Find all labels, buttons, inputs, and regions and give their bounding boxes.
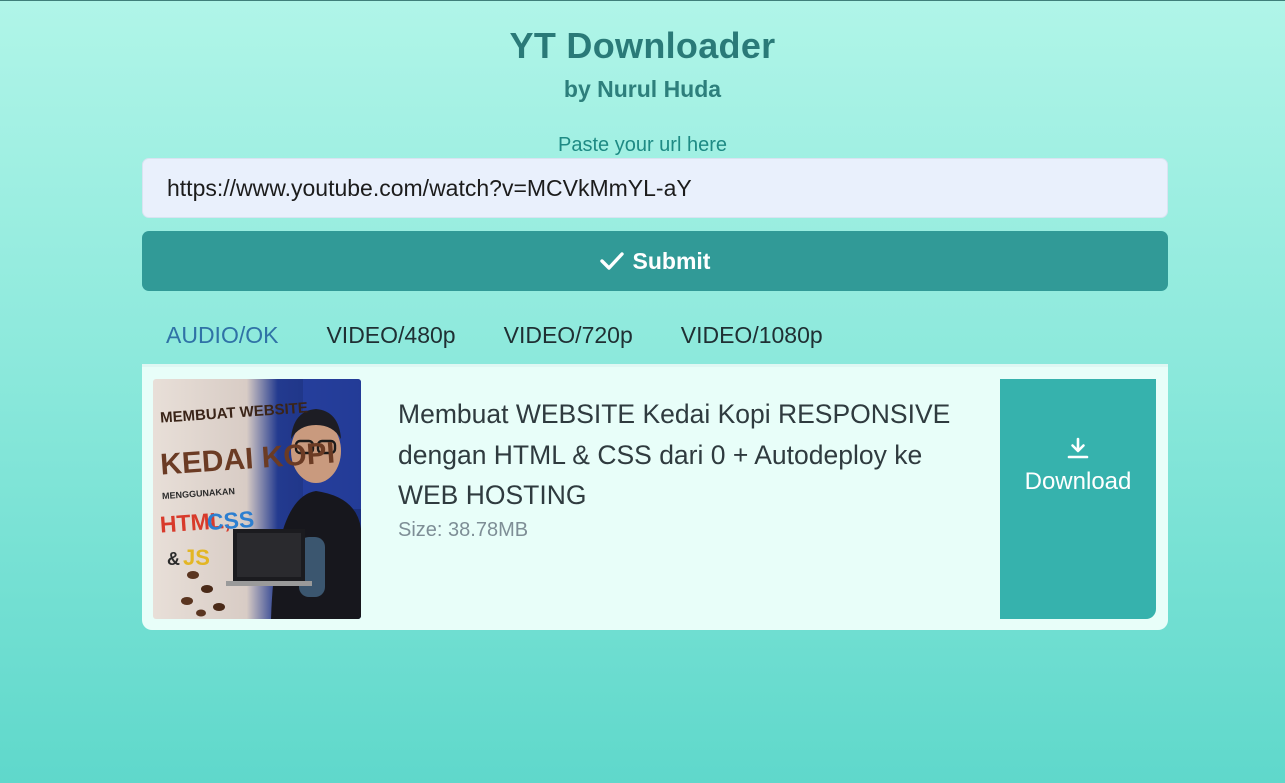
thumb-text-5a: &: [167, 549, 180, 569]
thumb-text-4b: CSS: [206, 506, 255, 535]
thumb-text-5b: JS: [183, 545, 210, 570]
check-icon: [599, 252, 624, 270]
download-icon: [1067, 437, 1089, 459]
app-title: YT Downloader: [509, 25, 776, 66]
tab-video-720p[interactable]: VIDEO/720p: [480, 317, 657, 353]
video-title: Membuat WEBSITE Kedai Kopi RESPONSIVE de…: [398, 399, 951, 510]
video-thumbnail: MEMBUAT WEBSITE KEDAI KOPI MENGGUNAKAN H…: [153, 379, 361, 619]
submit-label: Submit: [632, 247, 711, 274]
submit-button[interactable]: Submit: [142, 231, 1168, 291]
author-subtitle: by Nurul Huda: [563, 76, 722, 102]
url-label: Paste your url here: [558, 134, 727, 156]
tab-audio[interactable]: AUDIO/OK: [142, 317, 302, 353]
url-input[interactable]: [142, 158, 1168, 218]
download-button[interactable]: Download: [1000, 379, 1156, 619]
tab-video-1080p[interactable]: VIDEO/1080p: [657, 317, 847, 353]
result-card: MEMBUAT WEBSITE KEDAI KOPI MENGGUNAKAN H…: [142, 364, 1168, 630]
file-size: Size: 38.78MB: [398, 519, 529, 541]
tab-video-480p[interactable]: VIDEO/480p: [302, 317, 479, 353]
format-tabs: AUDIO/OK VIDEO/480p VIDEO/720p VIDEO/108…: [142, 317, 847, 353]
download-label: Download: [1024, 468, 1132, 495]
